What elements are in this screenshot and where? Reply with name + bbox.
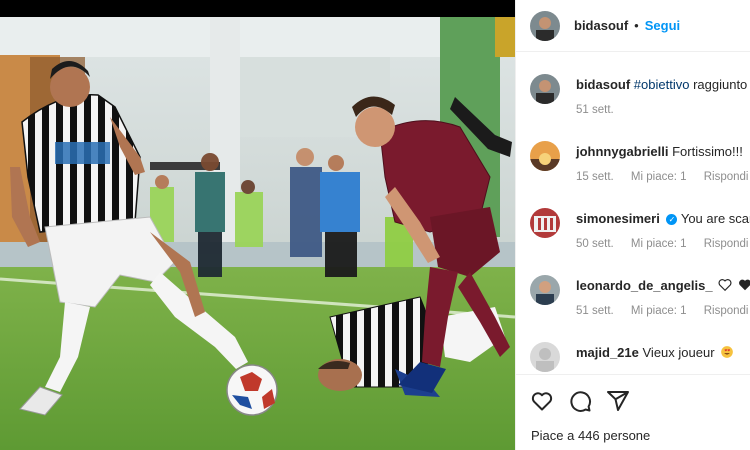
hashtag-link[interactable]: #obiettivo [634, 77, 690, 92]
comment-time[interactable]: 51 sett. [576, 305, 614, 317]
comment-likes[interactable]: Mi piace: 1 [631, 171, 687, 183]
separator-dot: • [634, 18, 639, 33]
comment-text: You are scars [680, 211, 750, 226]
comments-list: bidasouf #obiettivo raggiunto 51 sett. j… [516, 52, 750, 374]
commenter-avatar[interactable] [530, 74, 560, 104]
likes-count[interactable]: Piace a 446 persone [531, 428, 650, 443]
comment-time[interactable]: 50 sett. [576, 238, 614, 250]
post-header: bidasouf • Segui [516, 0, 750, 52]
commenter-avatar[interactable] [530, 208, 560, 238]
comment-username[interactable]: simonesimeri [576, 211, 660, 226]
comment-time[interactable]: 51 sett. [576, 104, 614, 116]
commenter-avatar[interactable] [530, 275, 560, 305]
heart-icon[interactable] [530, 389, 554, 413]
photo-top-bar [0, 0, 515, 17]
comment-text: raggiunto [693, 77, 748, 92]
verified-badge-icon: ✓ [666, 214, 678, 225]
white-heart-icon [718, 279, 732, 292]
follow-button[interactable]: Segui [645, 18, 680, 33]
instagram-post-view: bidasouf • Segui bidasouf #obiettivo rag… [0, 0, 750, 450]
black-heart-icon [738, 279, 750, 291]
comment-likes[interactable]: Mi piace: 1 [631, 305, 687, 317]
comment-username[interactable]: bidasouf [576, 77, 630, 92]
reply-button[interactable]: Rispondi [704, 171, 749, 183]
football-match-image [0, 17, 515, 450]
comment-username[interactable]: majid_21e [576, 345, 639, 360]
commenter-avatar[interactable] [530, 141, 560, 171]
heart-eyes-emoji-icon [721, 346, 734, 358]
reply-button[interactable]: Rispondi [704, 305, 749, 317]
comment-text: Fortissimo!!! [672, 144, 743, 159]
comment-text: Vieux joueur [642, 345, 715, 360]
post-actions-bar: Piace a 446 persone [516, 374, 750, 450]
author-avatar[interactable] [530, 10, 560, 41]
commenter-avatar[interactable] [530, 342, 560, 372]
post-sidebar: bidasouf • Segui bidasouf #obiettivo rag… [515, 0, 750, 450]
comment-icon[interactable] [568, 389, 592, 413]
comment-username[interactable]: johnnygabrielli [576, 144, 668, 159]
post-photo[interactable] [0, 0, 515, 450]
share-icon[interactable] [606, 389, 630, 413]
comment-username[interactable]: leonardo_de_angelis_ [576, 278, 713, 293]
reply-button[interactable]: Rispondi [704, 238, 749, 250]
comment-time[interactable]: 15 sett. [576, 171, 614, 183]
comment-likes[interactable]: Mi piace: 1 [631, 238, 687, 250]
author-username[interactable]: bidasouf [574, 18, 628, 33]
